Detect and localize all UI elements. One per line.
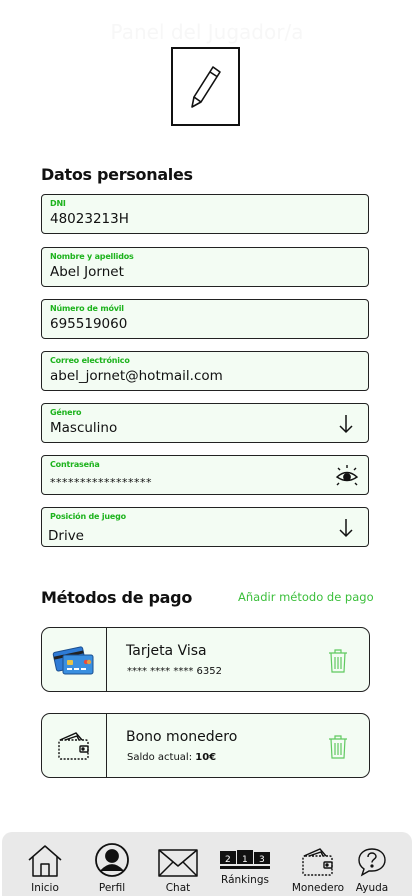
nav-label: Ayuda bbox=[355, 882, 389, 894]
payment-method-detail: **** **** **** 6352 bbox=[127, 666, 222, 677]
payment-method-wallet[interactable]: Bono monedero Saldo actual: 10€ bbox=[41, 713, 370, 778]
dni-value: 48023213H bbox=[50, 211, 129, 227]
password-value: ***************** bbox=[50, 476, 152, 489]
nav-help[interactable]: Ayuda bbox=[352, 832, 392, 896]
pencil-icon bbox=[190, 65, 221, 108]
nav-label: Chat bbox=[165, 882, 191, 894]
email-field[interactable]: Correo electrónico abel_jornet@hotmail.c… bbox=[41, 351, 369, 391]
gender-select[interactable]: Género Masculino bbox=[41, 403, 369, 443]
payment-method-name: Tarjeta Visa bbox=[126, 643, 207, 659]
email-value: abel_jornet@hotmail.com bbox=[50, 368, 223, 384]
nav-home[interactable]: Inicio bbox=[22, 832, 68, 896]
eye-icon[interactable] bbox=[334, 464, 360, 488]
trash-icon[interactable] bbox=[327, 734, 349, 765]
bottom-navigation: Inicio Perfil Chat 2 1 3 Ránkings Monede… bbox=[2, 832, 412, 896]
podium-first: 1 bbox=[242, 855, 248, 865]
nav-label: Ránkings bbox=[221, 874, 269, 886]
wallet-icon bbox=[42, 714, 107, 777]
payment-methods-title: Métodos de pago bbox=[41, 588, 193, 607]
phone-value: 695519060 bbox=[50, 316, 128, 332]
nav-label: Inicio bbox=[31, 882, 59, 894]
nav-chat[interactable]: Chat bbox=[155, 832, 201, 896]
name-field[interactable]: Nombre y apellidos Abel Jornet bbox=[41, 247, 369, 287]
podium-third: 3 bbox=[259, 855, 265, 865]
podium-icon: 2 1 3 bbox=[219, 840, 271, 870]
password-field[interactable]: Contraseña ***************** bbox=[41, 455, 369, 495]
position-label: Posición de juego bbox=[50, 512, 126, 521]
name-value: Abel Jornet bbox=[50, 264, 124, 280]
phone-field[interactable]: Número de móvil 695519060 bbox=[41, 299, 369, 339]
podium-second: 2 bbox=[225, 855, 231, 865]
edit-photo-button[interactable] bbox=[171, 47, 240, 126]
dni-field[interactable]: DNI 48023213H bbox=[41, 194, 369, 234]
payment-method-visa[interactable]: Tarjeta Visa **** **** **** 6352 bbox=[41, 627, 370, 692]
nav-label: Monedero bbox=[291, 882, 345, 894]
phone-label: Número de móvil bbox=[50, 304, 124, 313]
user-icon bbox=[94, 840, 130, 878]
trash-icon[interactable] bbox=[327, 648, 349, 679]
name-label: Nombre y apellidos bbox=[50, 252, 134, 261]
password-label: Contraseña bbox=[50, 460, 100, 469]
envelope-icon bbox=[157, 840, 199, 878]
wallet-icon bbox=[300, 840, 336, 878]
arrow-down-icon[interactable] bbox=[336, 516, 356, 540]
nav-profile[interactable]: Perfil bbox=[89, 832, 135, 896]
nav-rankings[interactable]: 2 1 3 Ránkings bbox=[218, 832, 272, 896]
nav-label: Perfil bbox=[98, 882, 126, 894]
help-icon bbox=[356, 840, 388, 878]
position-value: Drive bbox=[48, 528, 84, 544]
gender-label: Género bbox=[50, 408, 82, 417]
credit-card-icon bbox=[42, 628, 107, 691]
position-select[interactable]: Posición de juego Drive bbox=[41, 507, 369, 547]
home-icon bbox=[27, 840, 63, 878]
arrow-down-icon[interactable] bbox=[336, 412, 356, 436]
nav-wallet[interactable]: Monedero bbox=[290, 832, 346, 896]
dni-label: DNI bbox=[50, 199, 66, 208]
payment-method-name: Bono monedero bbox=[126, 729, 238, 745]
personal-data-title: Datos personales bbox=[41, 165, 193, 184]
add-payment-method-link[interactable]: Añadir método de pago bbox=[238, 590, 374, 604]
page-title: Panel del Jugador/a bbox=[110, 20, 304, 44]
gender-value: Masculino bbox=[50, 420, 118, 436]
wallet-balance: Saldo actual: 10€ bbox=[127, 752, 217, 763]
email-label: Correo electrónico bbox=[50, 356, 130, 365]
